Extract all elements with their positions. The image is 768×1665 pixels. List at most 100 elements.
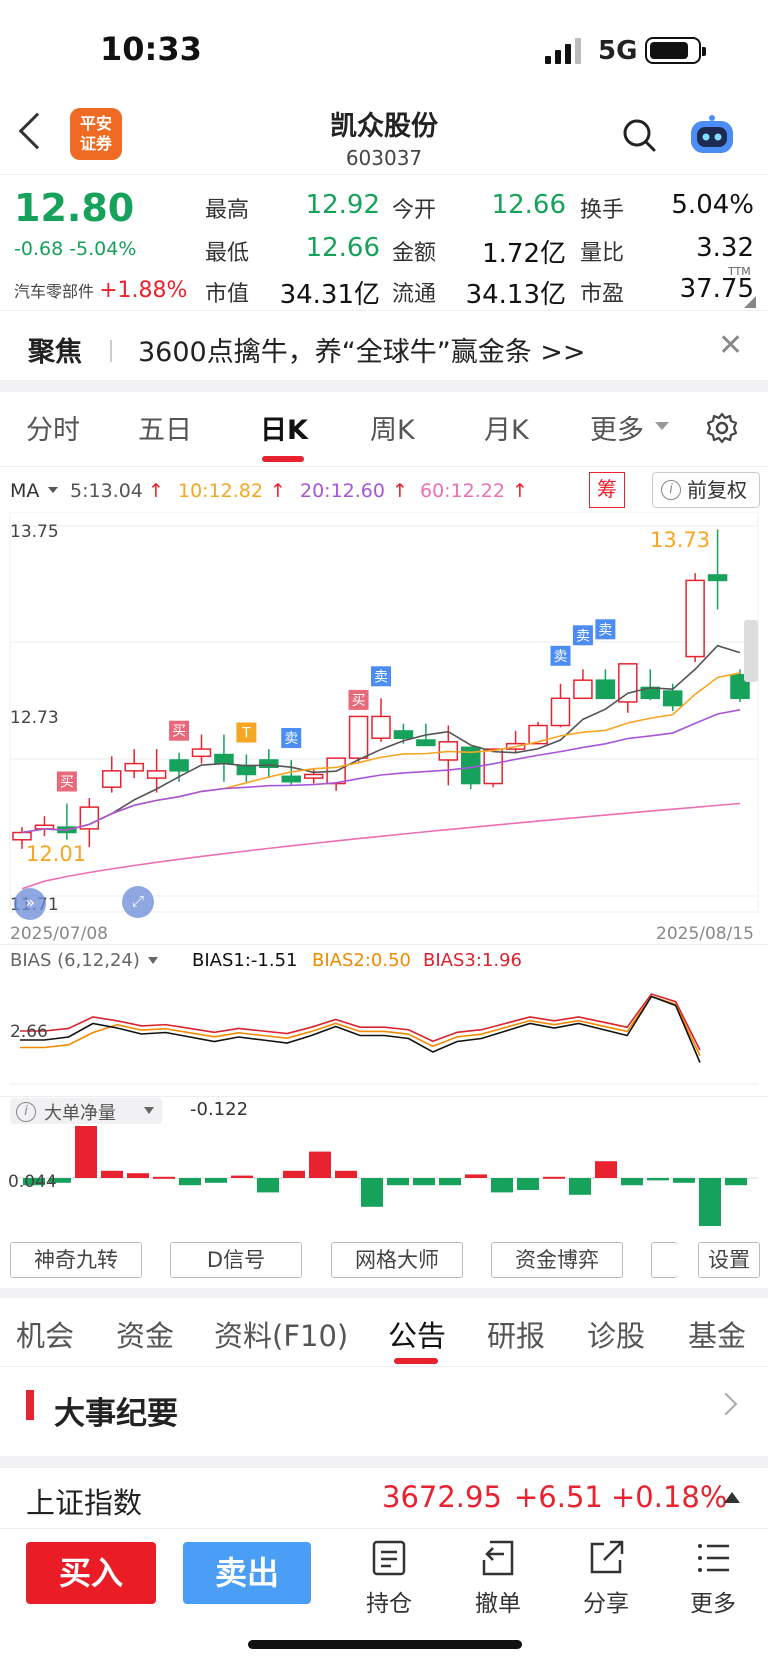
big-order-y-label: 0.044 [8,1172,57,1192]
quote-label: 市值 [205,282,250,307]
price-change: -0.68 -5.04% [14,238,137,260]
big-order-bar [75,1126,97,1178]
chevron-right-icon[interactable] [714,1392,738,1416]
signal-label: 买 [60,775,74,791]
candle-body [416,739,436,747]
focus-banner-text[interactable]: 3600点擒牛，养“全球牛”赢金条 >> [138,330,586,369]
big-order-bar [465,1174,487,1178]
up-arrow-icon: ↑ [392,480,408,502]
tab-fund[interactable]: 基金 [688,1313,746,1355]
share-label[interactable]: 分享 [566,1584,646,1618]
big-order-label: 大单净量 [44,1103,116,1124]
network-label: 5G [598,36,638,66]
tab-research[interactable]: 研报 [487,1313,545,1355]
big-order-bar [439,1178,461,1186]
bias-chart[interactable] [0,970,768,1088]
tab-fenshi[interactable]: 分时 [26,408,80,447]
search-icon[interactable] [622,118,656,152]
fullscreen-icon[interactable]: ⤢ [122,886,154,918]
quote-label: 今开 [392,198,437,223]
index-name[interactable]: 上证指数 [26,1480,142,1522]
tab-diagnosis[interactable]: 诊股 [587,1313,645,1355]
cancel-order-icon[interactable] [480,1540,516,1576]
tool-button-d-signal[interactable]: D信号 [170,1242,302,1278]
sector-info[interactable]: 汽车零部件 +1.88% [14,278,187,303]
tool-settings-button[interactable]: 设置 [698,1242,760,1278]
cancel-order-label[interactable]: 撤单 [458,1584,538,1618]
tab-daily-k[interactable]: 日K [260,408,308,447]
tool-button-fund-game[interactable]: 资金博弈 [491,1242,623,1278]
quote-value: 12.66 [491,190,566,220]
restore-right-button[interactable]: i 前复权 [652,472,760,508]
tab-weekly-k[interactable]: 周K [370,408,415,447]
tab-monthly-k[interactable]: 月K [484,408,529,447]
expand-left-icon[interactable]: » [14,888,46,920]
candle-body [573,679,593,700]
gear-icon[interactable] [706,412,738,444]
big-order-bar [491,1178,513,1193]
buy-button[interactable]: 买入 [26,1542,156,1604]
bias-label[interactable]: BIAS (6,12,24) [10,950,140,971]
candle-body [550,697,571,727]
big-order-bar [517,1178,539,1190]
sector-change: +1.88% [99,278,188,303]
chip-distribution-button[interactable]: 筹 [589,472,625,508]
position-label[interactable]: 持仓 [349,1584,429,1618]
quote-value: 12.66 [305,233,380,263]
quote-value: 37.75 [679,274,754,304]
close-icon[interactable]: ✕ [718,328,743,363]
tab-f10[interactable]: 资料(F10) [214,1313,348,1355]
tab-more[interactable]: 更多 [590,408,644,447]
ma-dropdown-icon[interactable] [48,487,58,493]
section-gap [0,1456,768,1468]
divider [0,174,768,175]
bias2-line [20,995,701,1057]
tab-opportunity[interactable]: 机会 [16,1313,74,1355]
active-tab-indicator [262,456,304,462]
candle-body [707,574,728,582]
big-order-dropdown-icon[interactable] [144,1107,154,1114]
more-label[interactable]: 更多 [673,1584,753,1618]
tool-button-partial[interactable] [651,1242,677,1278]
big-order-bar [101,1170,123,1178]
more-menu-icon[interactable] [696,1540,732,1576]
event-section-title[interactable]: 大事纪要 [54,1388,178,1433]
ma-value-0: 5:13.04 [70,480,143,502]
kline-chart[interactable]: 买买 T 卖卖买卖卖卖 [0,512,768,920]
signal-label: T [241,726,251,742]
signal-label: 卖 [374,669,388,685]
big-order-bar [699,1178,721,1226]
position-icon[interactable] [372,1540,406,1576]
tab-funds[interactable]: 资金 [116,1313,174,1355]
current-price: 12.80 [14,186,135,230]
expand-up-icon[interactable] [724,1492,740,1503]
sell-button[interactable]: 卖出 [183,1542,311,1604]
big-order-bar [231,1175,253,1178]
robot-assistant-icon[interactable] [688,115,736,155]
sector-name: 汽车零部件 [14,282,95,301]
restore-label: 前复权 [687,478,747,502]
tool-button-grid-master[interactable]: 网格大师 [331,1242,463,1278]
quote-value: 1.72亿 [482,239,566,269]
tab-announcement[interactable]: 公告 [388,1313,446,1355]
big-order-chart[interactable] [0,1126,768,1234]
tool-button-jiuzhuan[interactable]: 神奇九转 [10,1242,142,1278]
bias3-value: BIAS3:1.96 [423,950,522,971]
index-pct: +0.18% [611,1480,728,1514]
quote-value: 12.92 [305,190,380,220]
quote-label: 金额 [392,241,437,266]
big-order-bar [621,1178,643,1186]
quote-label: 最低 [205,241,250,266]
candle-body [618,663,638,703]
status-time: 10:33 [100,30,202,68]
chart-scroll-handle[interactable] [744,620,758,682]
tab-five-day[interactable]: 五日 [138,408,192,447]
bias-dropdown-icon[interactable] [148,957,158,964]
share-icon[interactable] [588,1540,624,1576]
candle-body [236,764,257,776]
chart-frame [9,512,759,913]
y-axis-mid: 12.73 [10,708,59,728]
home-indicator [248,1640,522,1649]
big-order-bar [205,1178,227,1183]
signal-label: 卖 [554,649,568,665]
